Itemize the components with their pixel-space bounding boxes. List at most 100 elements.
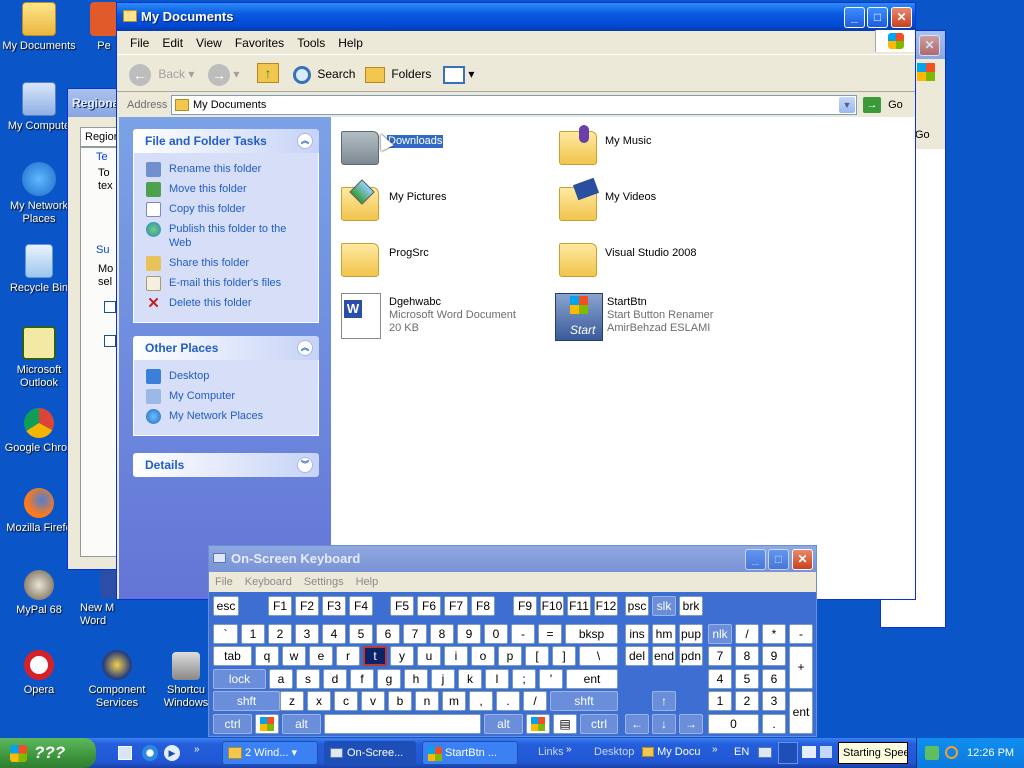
desktop-toolbar[interactable]: Desktop xyxy=(594,746,634,758)
maximize-button[interactable]: □ xyxy=(867,7,888,28)
key-quote[interactable]: ' xyxy=(539,669,563,689)
key-s[interactable]: s xyxy=(296,669,320,689)
desktop-icon-mypal[interactable]: MyPal 68 xyxy=(0,570,78,617)
folder-item-downloads[interactable]: Downloads xyxy=(339,125,519,175)
key-w[interactable]: w xyxy=(282,646,306,666)
tray-app-icon[interactable] xyxy=(925,746,939,760)
delete-folder-link[interactable]: ✕ Delete this folder xyxy=(146,296,310,311)
key-8[interactable]: 8 xyxy=(430,624,454,644)
key-numpad-enter[interactable]: ent xyxy=(789,691,813,734)
minimize-button[interactable]: _ xyxy=(745,549,766,570)
key-right-alt[interactable]: alt xyxy=(484,714,523,734)
key-grave[interactable]: ` xyxy=(213,624,238,644)
key-comma[interactable]: , xyxy=(469,691,493,711)
key-slk[interactable]: slk xyxy=(652,596,676,616)
desktop-icon-shortcut-windows[interactable]: Shortcu Windows xyxy=(158,652,214,710)
close-button[interactable]: ✕ xyxy=(792,549,813,570)
menu-settings[interactable]: Settings xyxy=(298,572,350,588)
menu-edit[interactable]: Edit xyxy=(155,32,189,50)
language-indicator[interactable]: EN xyxy=(734,746,749,758)
key-numpad-decimal[interactable]: . xyxy=(762,714,786,734)
desktop-icon-component-services[interactable]: Component Services xyxy=(78,650,156,710)
key-pgup[interactable]: pup xyxy=(679,624,703,644)
my-documents-window[interactable]: My Documents _ □ ✕ File Edit View Favorites… xyxy=(116,2,916,600)
internet-explorer-icon[interactable] xyxy=(142,745,158,761)
views-button[interactable]: ▾ xyxy=(443,63,474,85)
close-button[interactable]: ✕ xyxy=(919,35,940,56)
menu-help[interactable]: Help xyxy=(331,32,369,50)
address-field[interactable]: My Documents ▼ xyxy=(171,95,857,115)
key-f5[interactable]: F5 xyxy=(390,596,414,616)
key-enter[interactable]: ent xyxy=(566,669,618,689)
key-numlock[interactable]: nlk xyxy=(708,624,732,644)
start-button[interactable]: ??? xyxy=(0,738,96,768)
key-numpad-add[interactable]: + xyxy=(789,646,813,689)
key-b[interactable]: b xyxy=(388,691,412,711)
key-r[interactable]: r xyxy=(336,646,360,666)
key-tab[interactable]: tab xyxy=(213,646,252,666)
key-left-ctrl[interactable]: ctrl xyxy=(213,714,252,734)
key-h[interactable]: h xyxy=(404,669,428,689)
publish-web-link[interactable]: Publish this folder to the Web xyxy=(146,222,310,250)
collapse-chevron-icon[interactable]: ︽ xyxy=(297,133,313,149)
key-psc[interactable]: psc xyxy=(625,596,649,616)
key-slash[interactable]: / xyxy=(523,691,547,711)
quicklaunch-chevron-icon[interactable]: » xyxy=(712,744,718,755)
key-f2[interactable]: F2 xyxy=(295,596,319,616)
key-z[interactable]: z xyxy=(280,691,304,711)
key-pgdn[interactable]: pdn xyxy=(679,646,703,666)
key-f8[interactable]: F8 xyxy=(471,596,495,616)
taskbar-task-osk[interactable]: On-Scree... xyxy=(324,741,416,765)
my-network-places-link[interactable]: My Network Places xyxy=(146,409,310,424)
menu-view[interactable]: View xyxy=(189,32,228,50)
key-d[interactable]: d xyxy=(323,669,347,689)
desktop-icon-opera[interactable]: Opera xyxy=(0,650,78,697)
key-0[interactable]: 0 xyxy=(484,624,508,644)
desktop-link[interactable]: Desktop xyxy=(146,369,310,384)
menu-file[interactable]: File xyxy=(209,572,239,588)
search-button[interactable]: Search xyxy=(293,63,355,85)
key-6[interactable]: 6 xyxy=(376,624,400,644)
key-e[interactable]: e xyxy=(309,646,333,666)
pen-tray-icon[interactable] xyxy=(778,742,798,764)
folder-item-visual-studio-2008[interactable]: Visual Studio 2008 xyxy=(555,237,755,287)
key-k[interactable]: k xyxy=(458,669,482,689)
folder-item-my-music[interactable]: My Music xyxy=(555,125,735,175)
key-equals[interactable]: = xyxy=(538,624,562,644)
panel-header[interactable]: Other Places ︽ xyxy=(133,336,319,360)
key-q[interactable]: q xyxy=(255,646,279,666)
osk-title-bar[interactable]: On-Screen Keyboard xyxy=(209,546,816,572)
key-right-bracket[interactable]: ] xyxy=(552,646,576,666)
key-numpad-2[interactable]: 2 xyxy=(735,691,759,711)
key-f3[interactable]: F3 xyxy=(322,596,346,616)
key-arrow-up[interactable]: ↑ xyxy=(652,691,676,711)
rename-folder-link[interactable]: Rename this folder xyxy=(146,162,310,177)
file-item-startbtn[interactable]: Start StartBtn Start Button Renamer Amir… xyxy=(555,293,795,345)
key-n[interactable]: n xyxy=(415,691,439,711)
key-left-bracket[interactable]: [ xyxy=(525,646,549,666)
key-j[interactable]: j xyxy=(431,669,455,689)
osk-tray-icon[interactable] xyxy=(758,747,772,758)
media-player-icon[interactable]: ▶ xyxy=(164,745,180,761)
key-4[interactable]: 4 xyxy=(322,624,346,644)
go-label[interactable]: Go xyxy=(915,129,930,141)
go-button[interactable]: → Go xyxy=(863,96,903,114)
clock[interactable]: 12:26 PM xyxy=(967,738,1014,768)
key-numpad-6[interactable]: 6 xyxy=(762,669,786,689)
key-arrow-right[interactable]: → xyxy=(679,714,703,734)
key-left-windows[interactable] xyxy=(255,714,279,734)
key-c[interactable]: c xyxy=(334,691,358,711)
key-m[interactable]: m xyxy=(442,691,466,711)
key-numpad-1[interactable]: 1 xyxy=(708,691,732,711)
menu-tools[interactable]: Tools xyxy=(290,32,331,50)
checkbox[interactable] xyxy=(104,301,116,313)
key-3[interactable]: 3 xyxy=(295,624,319,644)
audio-tray-icon[interactable] xyxy=(820,746,832,758)
key-right-ctrl[interactable]: ctrl xyxy=(580,714,618,734)
menu-favorites[interactable]: Favorites xyxy=(228,32,290,50)
links-toolbar[interactable]: Links xyxy=(538,746,564,758)
key-left-alt[interactable]: alt xyxy=(282,714,321,734)
key-left-shift[interactable]: shft xyxy=(213,691,280,711)
key-numpad-multiply[interactable]: * xyxy=(762,624,786,644)
key-period[interactable]: . xyxy=(496,691,520,711)
